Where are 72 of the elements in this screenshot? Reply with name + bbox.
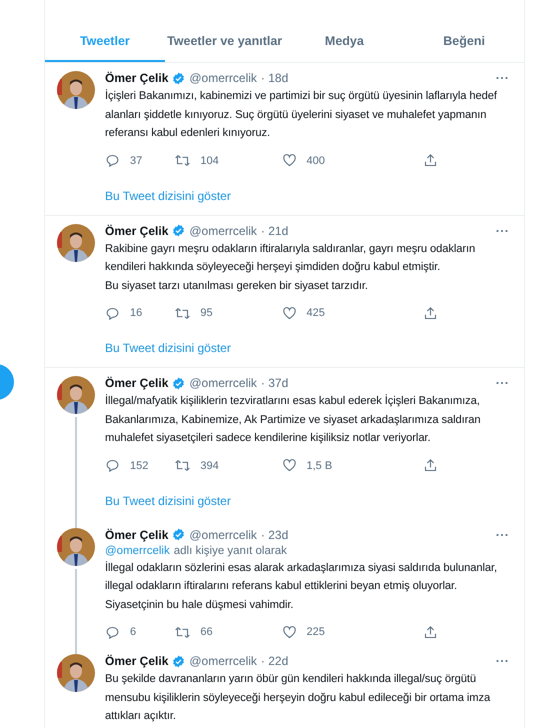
avatar[interactable] [57, 654, 95, 692]
share-icon[interactable] [423, 458, 438, 473]
reply-icon[interactable] [105, 306, 120, 320]
show-thread-link[interactable]: Bu Tweet dizisini göster [105, 188, 512, 202]
retweet-count: 95 [200, 307, 213, 319]
author-name[interactable]: Ömer Çelik [105, 528, 168, 542]
reply-icon[interactable] [105, 458, 120, 473]
verified-badge-icon [172, 224, 186, 237]
verified-badge-icon [172, 528, 186, 541]
mention-link[interactable]: @omerrcelik [105, 544, 170, 556]
author-name[interactable]: Ömer Çelik [105, 224, 168, 238]
more-icon[interactable] [496, 381, 508, 385]
reply-icon[interactable] [105, 153, 120, 168]
show-thread-link[interactable]: Bu Tweet dizisini göster [105, 494, 512, 508]
author-handle[interactable]: @omerrcelik [189, 528, 257, 542]
more-icon[interactable] [496, 228, 508, 232]
reply-count: 152 [130, 460, 148, 472]
author-name[interactable]: Ömer Çelik [105, 71, 168, 85]
reply-context: adlı kişiye yanıt olarak [174, 544, 287, 556]
retweet-count: 104 [200, 154, 219, 166]
reply-count: 6 [130, 626, 136, 638]
show-thread-link[interactable]: Bu Tweet dizisini göster [105, 341, 512, 355]
verified-badge-icon [172, 376, 186, 390]
avatar[interactable] [57, 528, 95, 566]
like-count: 225 [306, 626, 325, 638]
tweet-text: İllegal/mafyatik kişiliklerin tezviratlarını esas kabul ederek İçişleri Bakanımıza, Bakanlarımıza, Kabinemize, Ak Partimize ve siyaset arkadaşlarımıza saldıran muhalefet siyasetçileri sadece kendilerine kişiliksiz notlar veriyorlar. [105, 393, 482, 446]
tweet-time[interactable]: · 23d [260, 528, 288, 542]
avatar[interactable] [57, 376, 95, 414]
author-handle[interactable]: @omerrcelik [189, 654, 257, 668]
retweet-icon[interactable] [175, 306, 190, 320]
tweet-text: İçişleri Bakanımızı, kabinemizi ve partimizi bir suç örgütü üyesinin laflarıyla hedef alanları şiddetle kınıyoruz. Suç örgütü üyelerini siyaset ve muhalefet yapmanın referansı kabul edenleri kınıyoruz. [105, 88, 498, 141]
retweet-icon[interactable] [175, 458, 190, 473]
profile-tab[interactable]: Medya [284, 24, 404, 62]
heart-icon[interactable] [282, 458, 296, 473]
more-icon[interactable] [496, 532, 508, 536]
share-icon[interactable] [423, 153, 438, 168]
retweet-icon[interactable] [175, 624, 190, 640]
more-icon[interactable] [496, 659, 508, 663]
tweet-time[interactable]: · 21d [260, 224, 288, 238]
reply-count: 37 [130, 154, 142, 166]
more-icon[interactable] [496, 76, 508, 80]
retweet-icon[interactable] [175, 153, 190, 168]
tweet-time[interactable]: · 37d [260, 376, 288, 390]
like-count: 400 [306, 154, 325, 166]
verified-badge-icon [172, 654, 186, 668]
author-handle[interactable]: @omerrcelik [189, 224, 257, 238]
reply-icon[interactable] [105, 624, 120, 640]
like-count: 1,5 B [306, 460, 332, 472]
profile-tab[interactable]: Tweetler [45, 24, 165, 62]
like-count: 425 [306, 307, 325, 319]
author-handle[interactable]: @omerrcelik [189, 71, 257, 85]
heart-icon[interactable] [282, 306, 296, 320]
heart-icon[interactable] [282, 624, 296, 640]
tweet-text: İllegal odakların sözlerini esas alarak arkadaşlarımıza siyasi saldırıda bulunanlar, illegal odakların iftiralarını referans kabul ettiklerini beyan etmiş oluyorlar. Siyasetçinin bu hale düşmesi vahimdir. [105, 560, 498, 612]
share-icon[interactable] [423, 624, 438, 640]
tweet-time[interactable]: · 18d [260, 71, 288, 85]
reply-count: 16 [130, 307, 142, 319]
author-name[interactable]: Ömer Çelik [105, 376, 168, 390]
avatar[interactable] [57, 224, 95, 262]
share-icon[interactable] [423, 306, 438, 320]
tweet-text: Bu şekilde davrananların yarın öbür gün kendileri hakkında illegal/suç örgütü mensubu kişiliklerin söyleyeceği herşeyin doğru kabul edileceği bir ortama imza attıkları açıktır. [105, 672, 492, 724]
heart-icon[interactable] [282, 153, 296, 168]
author-handle[interactable]: @omerrcelik [189, 376, 257, 390]
avatar[interactable] [57, 71, 95, 109]
tweet-time[interactable]: · 22d [260, 654, 288, 668]
retweet-count: 394 [200, 460, 219, 472]
tweet-text: Rakibine gayrı meşru odakların iftiralarıyla saldıranlar, gayrı meşru odakların kendileri hakkında söyleyeceği herşeyi şimdiden doğru kabul etmiştir. Bu siyaset tarzı utanılması gereken bir siyaset tarzıdır. [105, 242, 476, 294]
profile-tab[interactable]: Tweetler ve yanıtlar [164, 24, 284, 62]
retweet-count: 66 [200, 626, 213, 638]
profile-tab[interactable]: Beğeni [404, 24, 524, 62]
verified-badge-icon [172, 72, 186, 84]
author-name[interactable]: Ömer Çelik [105, 654, 168, 668]
